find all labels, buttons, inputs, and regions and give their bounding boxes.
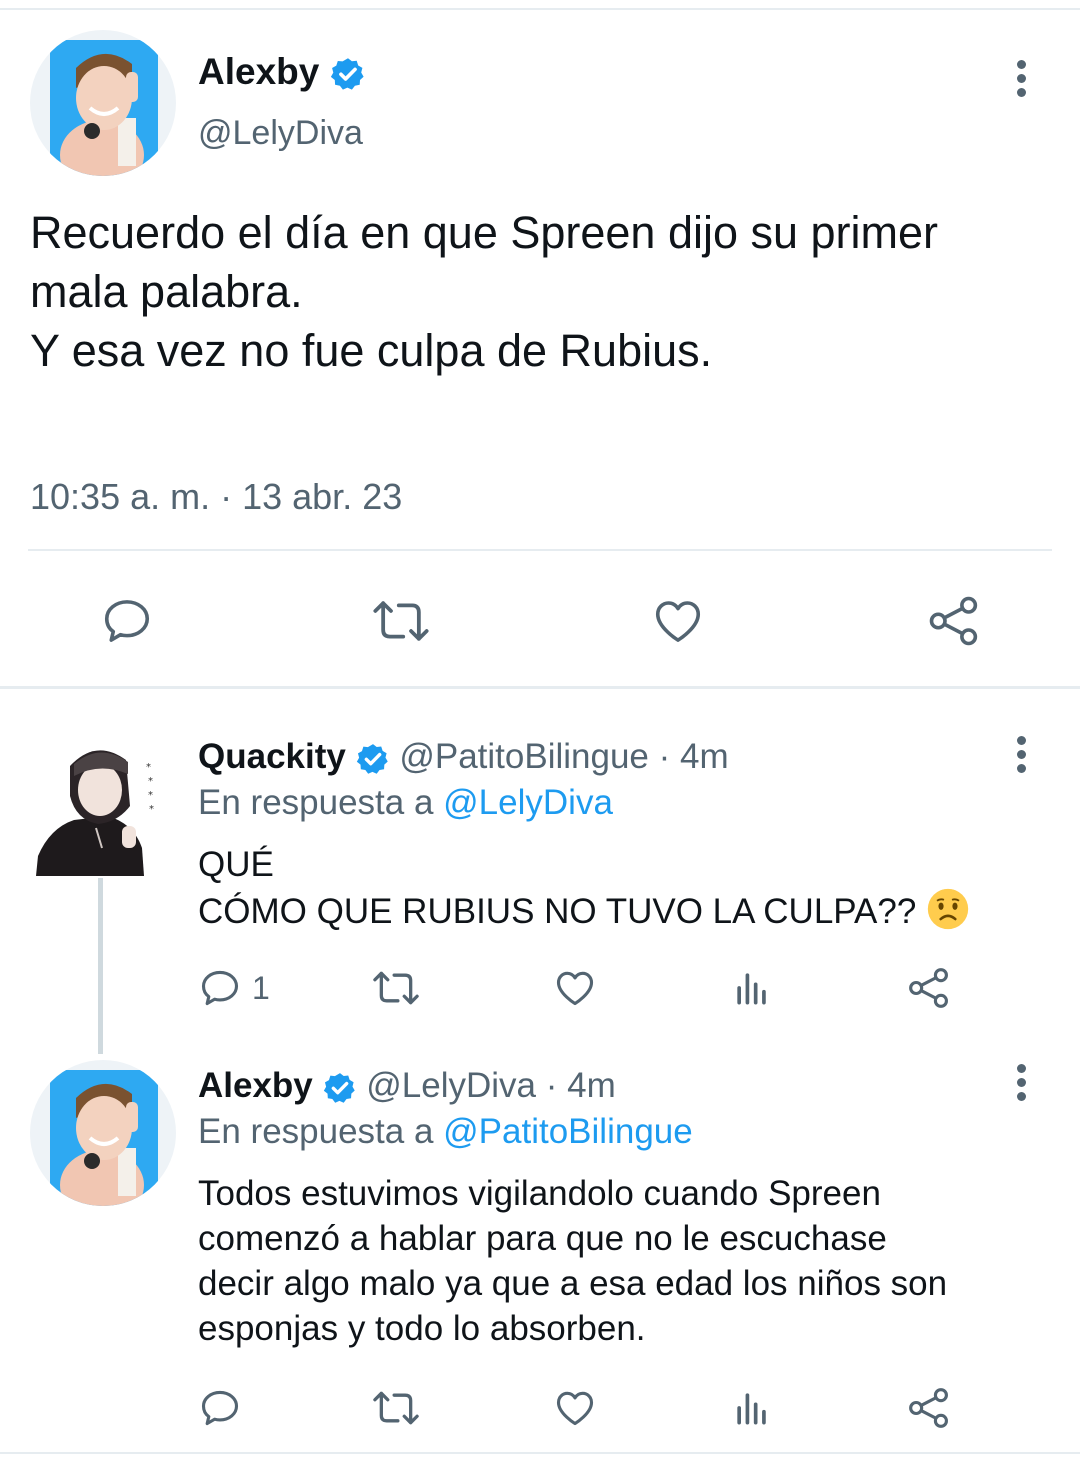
reply1-display-name[interactable]: Quackity [198, 737, 346, 776]
share-icon[interactable] [926, 594, 982, 648]
reply-to-link[interactable]: @LelyDiva [443, 783, 613, 822]
reply1-handle[interactable]: @PatitoBilingue [399, 737, 649, 776]
reply1-text-line1: QUÉ [198, 845, 274, 884]
reply1-time: · 4m [648, 737, 729, 776]
reply1-reply-count: 1 [252, 970, 270, 1006]
retweet-icon[interactable] [372, 594, 430, 648]
more-options-icon[interactable] [1011, 60, 1031, 100]
main-handle[interactable]: @LelyDiva [198, 112, 363, 154]
reply1-in-reply-to: En respuesta a @LelyDiva [198, 781, 613, 825]
analytics-icon[interactable] [730, 966, 774, 1010]
reply2-time: · 4m [536, 1066, 616, 1105]
reply2-handle[interactable]: @LelyDiva [366, 1066, 536, 1105]
reply-prefix: En respuesta a [198, 783, 444, 822]
analytics-icon[interactable] [730, 1386, 774, 1430]
share-icon[interactable] [906, 966, 952, 1010]
svg-text:*: * [146, 762, 151, 773]
avatar-quackity[interactable]: * * * * [30, 736, 160, 876]
reply-icon[interactable] [198, 1386, 242, 1430]
reply2-display-name[interactable]: Alexby [198, 1066, 313, 1105]
verified-badge-icon [330, 58, 364, 90]
reply1-text-line2: CÓMO QUE RUBIUS NO TUVO LA CULPA?? [198, 892, 927, 931]
thread-line [98, 878, 103, 1054]
verified-badge-icon [356, 743, 388, 774]
reply-to-link[interactable]: @PatitoBilingue [443, 1112, 693, 1151]
bottom-divider [0, 1452, 1080, 1454]
display-name-text[interactable]: Alexby [198, 51, 319, 92]
reply2-text: Todos estuvimos vigilandolo cuando Spree… [198, 1174, 948, 1348]
reply1-header[interactable]: Quackity @PatitoBilingue · 4m [198, 735, 729, 779]
main-timestamp[interactable]: 10:35 a. m. · 13 abr. 23 [30, 475, 402, 519]
more-options-icon[interactable] [1011, 1064, 1031, 1104]
like-icon[interactable] [552, 966, 598, 1010]
verified-badge-icon [323, 1072, 355, 1103]
reply-icon[interactable] [100, 594, 154, 648]
top-divider [0, 8, 1080, 10]
main-divider [28, 549, 1052, 551]
reply-prefix: En respuesta a [198, 1112, 444, 1151]
retweet-icon[interactable] [372, 966, 420, 1010]
main-tweet-text: Recuerdo el día en que Spreen dijo su pr… [30, 207, 939, 376]
worried-face-emoji [927, 888, 969, 930]
reply1-text-line2-wrap: CÓMO QUE RUBIUS NO TUVO LA CULPA?? [198, 887, 970, 935]
reply-icon[interactable] [198, 966, 242, 1010]
main-display-name[interactable]: Alexby [198, 50, 366, 94]
section-divider [0, 686, 1080, 689]
share-icon[interactable] [906, 1386, 952, 1430]
svg-text:*: * [149, 804, 154, 815]
avatar-alexby[interactable] [30, 30, 176, 176]
like-icon[interactable] [650, 594, 706, 648]
like-icon[interactable] [552, 1386, 598, 1430]
avatar-alexby[interactable] [30, 1060, 176, 1206]
retweet-icon[interactable] [372, 1386, 420, 1430]
svg-text:*: * [148, 776, 153, 787]
reply2-in-reply-to: En respuesta a @PatitoBilingue [198, 1110, 693, 1154]
more-options-icon[interactable] [1011, 736, 1031, 776]
reply2-header[interactable]: Alexby @LelyDiva · 4m [198, 1064, 616, 1108]
svg-text:*: * [148, 790, 153, 801]
